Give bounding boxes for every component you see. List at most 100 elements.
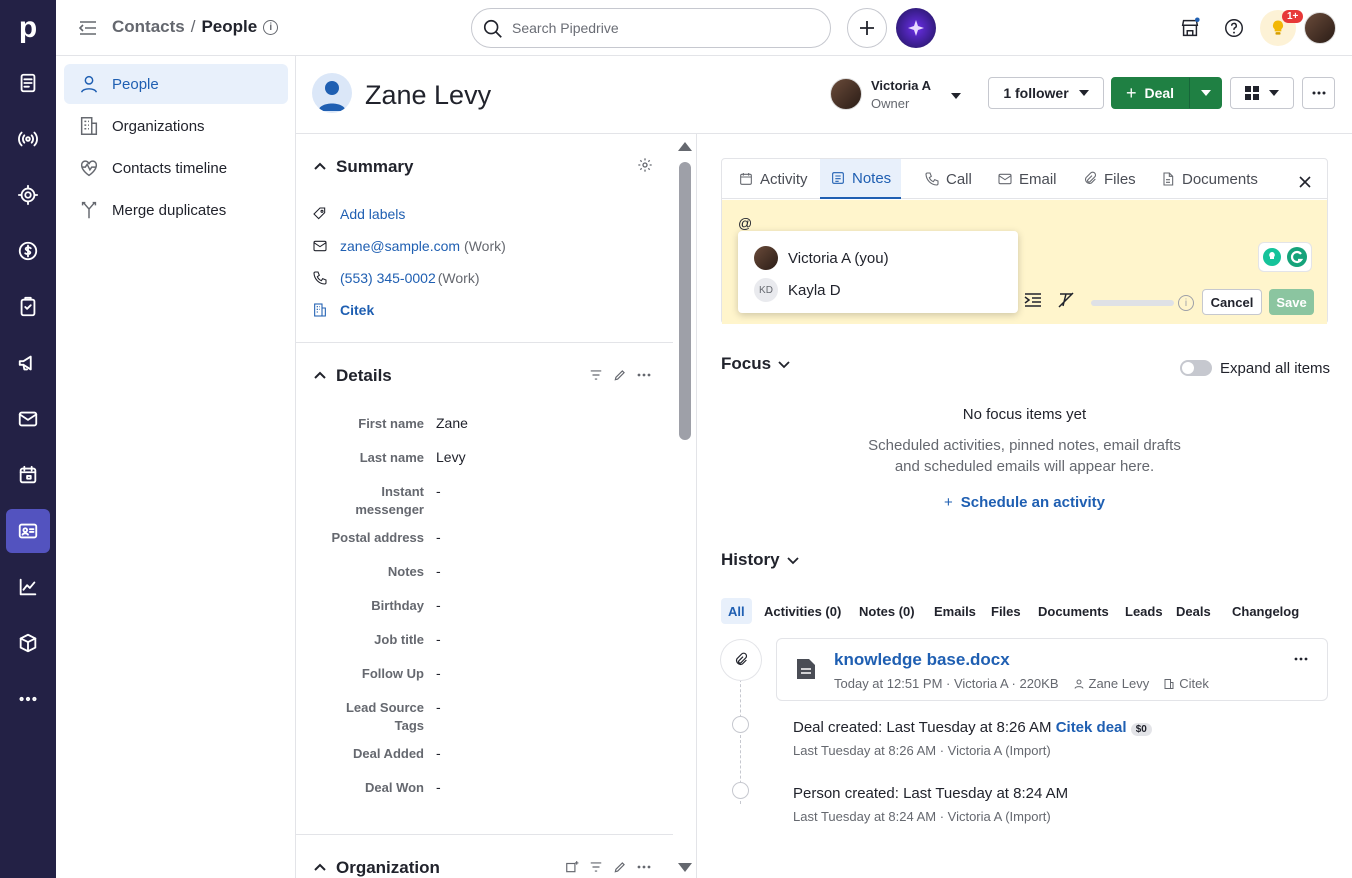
scroll-thumb[interactable]	[679, 162, 691, 440]
focus-empty-text: Scheduled activities, pinned notes, emai…	[868, 437, 1181, 454]
field-value[interactable]: -	[436, 631, 441, 647]
tab-activity[interactable]: Activity	[734, 159, 812, 199]
field-value[interactable]: -	[436, 745, 441, 761]
subnav-item-merge-duplicates[interactable]: Merge duplicates	[64, 190, 288, 230]
history-filter-leads[interactable]: Leads	[1118, 598, 1170, 624]
history-filter-notes[interactable]: Notes (0)	[852, 598, 922, 624]
campaigns-megaphone-icon[interactable]	[6, 341, 50, 385]
clear-format-icon[interactable]	[1057, 291, 1075, 309]
history-filter-emails[interactable]: Emails	[927, 598, 983, 624]
organization-link[interactable]: Citek	[340, 302, 374, 318]
owner-selector[interactable]: Victoria A Owner	[830, 76, 970, 116]
add-labels-link[interactable]: Add labels	[340, 206, 405, 222]
grammarly-widget[interactable]	[1258, 242, 1312, 272]
layout-toggle-button[interactable]	[1230, 77, 1294, 109]
add-labels-row[interactable]: Add labels	[312, 206, 405, 222]
pipedrive-logo[interactable]: p	[0, 0, 56, 56]
history-filter-all[interactable]: All	[721, 598, 752, 624]
filter-icon[interactable]	[589, 368, 603, 382]
indent-icon[interactable]	[1024, 292, 1042, 308]
collapse-menu-icon[interactable]	[78, 18, 98, 38]
products-box-icon[interactable]	[6, 621, 50, 665]
follower-button[interactable]: 1 follower	[988, 77, 1104, 109]
field-value[interactable]: -	[436, 483, 441, 499]
sidebar-scrollbar[interactable]	[673, 134, 697, 878]
more-dots-icon[interactable]	[637, 865, 651, 869]
help-icon[interactable]	[1220, 14, 1248, 42]
mail-icon[interactable]	[6, 397, 50, 441]
deals-dollar-icon[interactable]	[6, 229, 50, 273]
field-value[interactable]: -	[436, 529, 441, 545]
broadcast-icon[interactable]	[6, 117, 50, 161]
organization-header[interactable]: Organization	[312, 858, 440, 878]
history-filter-files[interactable]: Files	[984, 598, 1028, 624]
marketplace-store-icon[interactable]	[1176, 14, 1204, 42]
history-filter-changelog[interactable]: Changelog	[1225, 598, 1306, 624]
cancel-button[interactable]: Cancel	[1202, 289, 1262, 315]
person-name[interactable]: Zane Levy	[365, 80, 491, 111]
history-header[interactable]: History	[721, 550, 800, 570]
calendar-icon[interactable]	[6, 453, 50, 497]
leads-inbox-icon[interactable]	[6, 61, 50, 105]
subnav-item-organizations[interactable]: Organizations	[64, 106, 288, 146]
more-dots-icon[interactable]	[637, 373, 651, 377]
save-button[interactable]: Save	[1269, 289, 1314, 315]
schedule-activity-link[interactable]: + Schedule an activity	[721, 494, 1328, 511]
filter-icon[interactable]	[589, 860, 603, 874]
field-value[interactable]: Levy	[436, 449, 466, 465]
field-value[interactable]: -	[436, 597, 441, 613]
user-avatar[interactable]	[1304, 12, 1336, 44]
mention-option[interactable]: KD Kayla D	[754, 278, 841, 302]
subnav-item-people[interactable]: People	[64, 64, 288, 104]
breadcrumb-current: People	[201, 17, 258, 36]
field-value[interactable]: Zane	[436, 415, 468, 431]
history-filter-activities[interactable]: Activities (0)	[757, 598, 848, 624]
activities-clipboard-icon[interactable]	[6, 285, 50, 329]
mention-option[interactable]: Victoria A (you)	[754, 246, 889, 270]
history-filter-documents[interactable]: Documents	[1031, 598, 1116, 624]
tab-email[interactable]: Email	[993, 159, 1061, 199]
field-value[interactable]: -	[436, 665, 441, 681]
file-person-link[interactable]: Zane Levy	[1089, 676, 1150, 691]
info-icon[interactable]: i	[263, 19, 279, 35]
deal-options-button[interactable]	[1189, 77, 1222, 109]
ai-assistant-button[interactable]	[896, 8, 936, 48]
close-icon[interactable]	[1299, 176, 1311, 188]
search-input[interactable]: Search Pipedrive	[471, 8, 831, 48]
more-dots-icon[interactable]	[6, 677, 50, 721]
expand-all-toggle[interactable]	[1180, 360, 1212, 376]
file-org-link[interactable]: Citek	[1179, 676, 1209, 691]
summary-header[interactable]: Summary	[312, 157, 413, 177]
phone-link[interactable]: (553) 345-0002	[340, 270, 436, 286]
gear-icon[interactable]	[637, 157, 653, 173]
edit-pencil-icon[interactable]	[613, 368, 627, 382]
field-value[interactable]: -	[436, 563, 441, 579]
breadcrumb-contacts[interactable]: Contacts	[112, 17, 185, 37]
insights-chart-icon[interactable]	[6, 565, 50, 609]
chevron-down-icon	[1200, 90, 1211, 96]
link-org-icon[interactable]	[565, 860, 579, 874]
file-name-link[interactable]: knowledge base.docx	[834, 650, 1010, 670]
add-deal-button[interactable]: + Deal	[1111, 77, 1189, 109]
tab-documents[interactable]: Documents	[1156, 159, 1262, 199]
more-actions-button[interactable]	[1302, 77, 1335, 109]
history-filter-deals[interactable]: Deals	[1169, 598, 1218, 624]
tab-call[interactable]: Call	[920, 159, 976, 199]
edit-pencil-icon[interactable]	[613, 860, 627, 874]
field-value[interactable]: -	[436, 699, 441, 715]
contacts-card-icon[interactable]	[6, 509, 50, 553]
field-value[interactable]: -	[436, 779, 441, 795]
details-header[interactable]: Details	[312, 366, 392, 386]
tab-files[interactable]: Files	[1078, 159, 1140, 199]
email-link[interactable]: zane@sample.com	[340, 238, 460, 254]
info-icon[interactable]: i	[1178, 295, 1194, 311]
quick-add-button[interactable]	[847, 8, 887, 48]
scroll-up-arrow[interactable]	[678, 142, 692, 151]
scroll-down-arrow[interactable]	[678, 863, 692, 872]
focus-header[interactable]: Focus	[721, 354, 791, 374]
subnav-item-contacts-timeline[interactable]: Contacts timeline	[64, 148, 288, 188]
target-icon[interactable]	[6, 173, 50, 217]
more-dots-icon[interactable]	[1294, 657, 1308, 661]
tab-notes[interactable]: Notes	[820, 159, 902, 199]
deal-link[interactable]: Citek deal	[1056, 719, 1127, 736]
